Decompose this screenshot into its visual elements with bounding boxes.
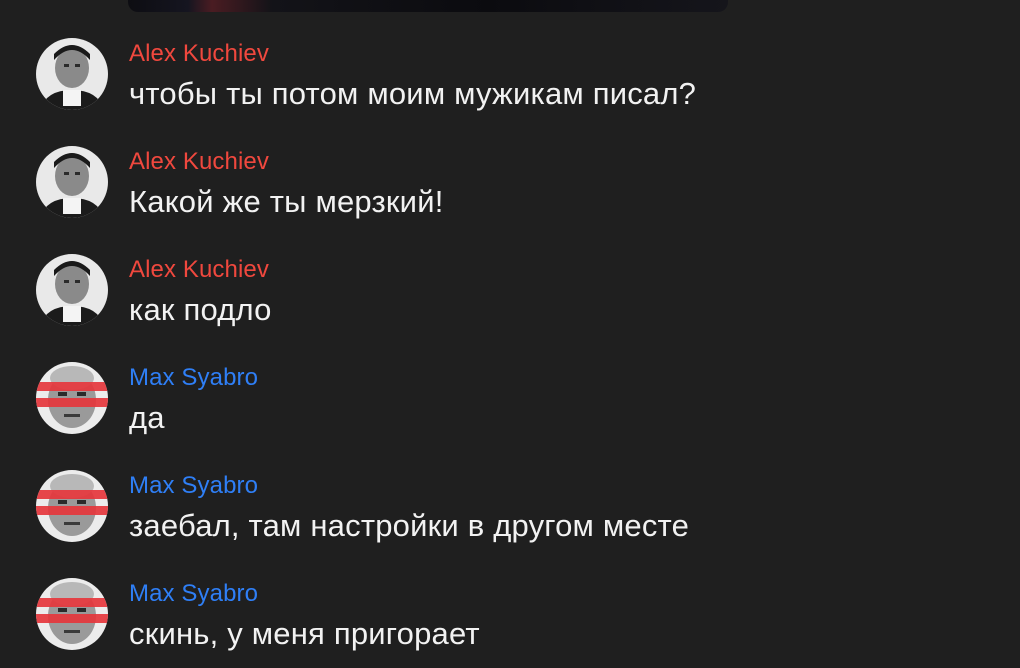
message-text: Какой же ты мерзкий!: [129, 184, 444, 219]
avatar-max-icon[interactable]: [36, 578, 108, 650]
chat-message-list: Alex Kuchiev чтобы ты потом моим мужикам…: [0, 0, 1020, 668]
avatar-alex-icon[interactable]: [36, 254, 108, 326]
avatar-alex-icon[interactable]: [36, 38, 108, 110]
message-text: как подло: [129, 292, 272, 327]
message-author[interactable]: Alex Kuchiev: [129, 256, 269, 284]
avatar-max-icon[interactable]: [36, 362, 108, 434]
chat-message[interactable]: Max Syabro заебал, там настройки в друго…: [0, 468, 1020, 576]
avatar-alex-icon[interactable]: [36, 146, 108, 218]
chat-message[interactable]: Max Syabro скинь, у меня пригорает: [0, 576, 1020, 668]
message-author[interactable]: Max Syabro: [129, 472, 258, 500]
message-text: скинь, у меня пригорает: [129, 616, 480, 651]
message-author[interactable]: Max Syabro: [129, 364, 258, 392]
chat-message[interactable]: Alex Kuchiev как подло: [0, 252, 1020, 360]
avatar-max-icon[interactable]: [36, 470, 108, 542]
message-author[interactable]: Alex Kuchiev: [129, 40, 269, 68]
message-text: чтобы ты потом моим мужикам писал?: [129, 76, 697, 111]
chat-message[interactable]: Alex Kuchiev Какой же ты мерзкий!: [0, 144, 1020, 252]
message-author[interactable]: Alex Kuchiev: [129, 148, 269, 176]
media-attachment-preview[interactable]: [128, 0, 728, 12]
chat-message[interactable]: Alex Kuchiev чтобы ты потом моим мужикам…: [0, 36, 1020, 144]
message-text: заебал, там настройки в другом месте: [129, 508, 690, 543]
message-author[interactable]: Max Syabro: [129, 580, 258, 608]
message-text: да: [129, 400, 165, 435]
chat-message[interactable]: Max Syabro да: [0, 360, 1020, 468]
